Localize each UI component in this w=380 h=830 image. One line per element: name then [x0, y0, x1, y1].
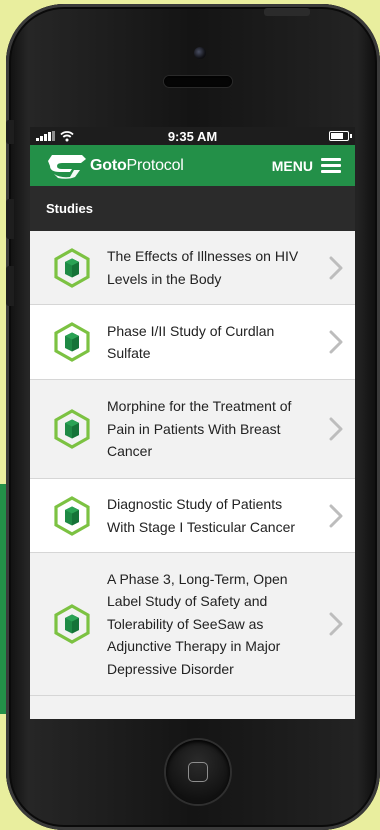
front-camera — [194, 47, 206, 59]
study-title: The Effects of Illnesses on HIV Levels i… — [107, 248, 299, 287]
hexagon-study-icon — [54, 495, 90, 536]
status-time: 9:35 AM — [167, 128, 218, 144]
list-item-partial — [30, 696, 355, 719]
volume-up-button — [6, 199, 14, 239]
battery-icon — [329, 131, 352, 141]
hexagon-study-icon — [54, 247, 90, 288]
app-header: GotoProtocol MENU — [30, 145, 355, 186]
study-title: A Phase 3, Long-Term, Open Label Study o… — [107, 570, 288, 677]
chevron-right-icon — [329, 417, 343, 441]
study-list-item[interactable]: Morphine for the Treatment of Pain in Pa… — [30, 380, 355, 479]
study-list-item[interactable]: The Effects of Illnesses on HIV Levels i… — [30, 231, 355, 305]
menu-button[interactable]: MENU — [272, 145, 341, 186]
home-button[interactable] — [166, 740, 230, 804]
study-list: The Effects of Illnesses on HIV Levels i… — [30, 231, 355, 719]
study-list-item[interactable]: Phase I/II Study of Curdlan Sulfate — [30, 305, 355, 380]
hexagon-study-icon — [54, 604, 90, 644]
chevron-right-icon — [329, 504, 343, 527]
home-square-icon — [188, 762, 208, 782]
status-bar: 9:35 AM — [30, 127, 355, 145]
logo-text-light: Protocol — [126, 156, 184, 174]
goto-logo-icon — [48, 154, 86, 179]
power-button — [264, 8, 310, 16]
logo-wordmark: GotoProtocol — [90, 157, 184, 175]
volume-down-button — [6, 266, 14, 306]
hexagon-study-icon — [54, 322, 90, 362]
section-title: Studies — [30, 186, 355, 231]
study-title: Morphine for the Treatment of Pain in Pa… — [107, 398, 292, 460]
study-list-item[interactable]: A Phase 3, Long-Term, Open Label Study o… — [30, 553, 355, 696]
chevron-right-icon — [329, 256, 343, 279]
study-list-item[interactable]: Diagnostic Study of Patients With Stage … — [30, 479, 355, 553]
study-title: Diagnostic Study of Patients With Stage … — [107, 496, 296, 535]
hamburger-menu-icon — [321, 158, 341, 173]
mute-switch — [6, 120, 14, 144]
chevron-right-icon — [329, 330, 343, 354]
chevron-right-icon — [329, 612, 343, 636]
menu-label: MENU — [271, 157, 313, 174]
goto-protocol-logo[interactable]: GotoProtocol — [46, 153, 184, 179]
earpiece-speaker — [164, 76, 232, 87]
hexagon-study-icon — [54, 409, 90, 449]
study-title: Phase I/II Study of Curdlan Sulfate — [107, 322, 275, 361]
phone-screen: 9:35 AM GotoProtocol MENU Studies The Ef… — [30, 127, 355, 719]
logo-text-bold: Goto — [90, 156, 127, 174]
